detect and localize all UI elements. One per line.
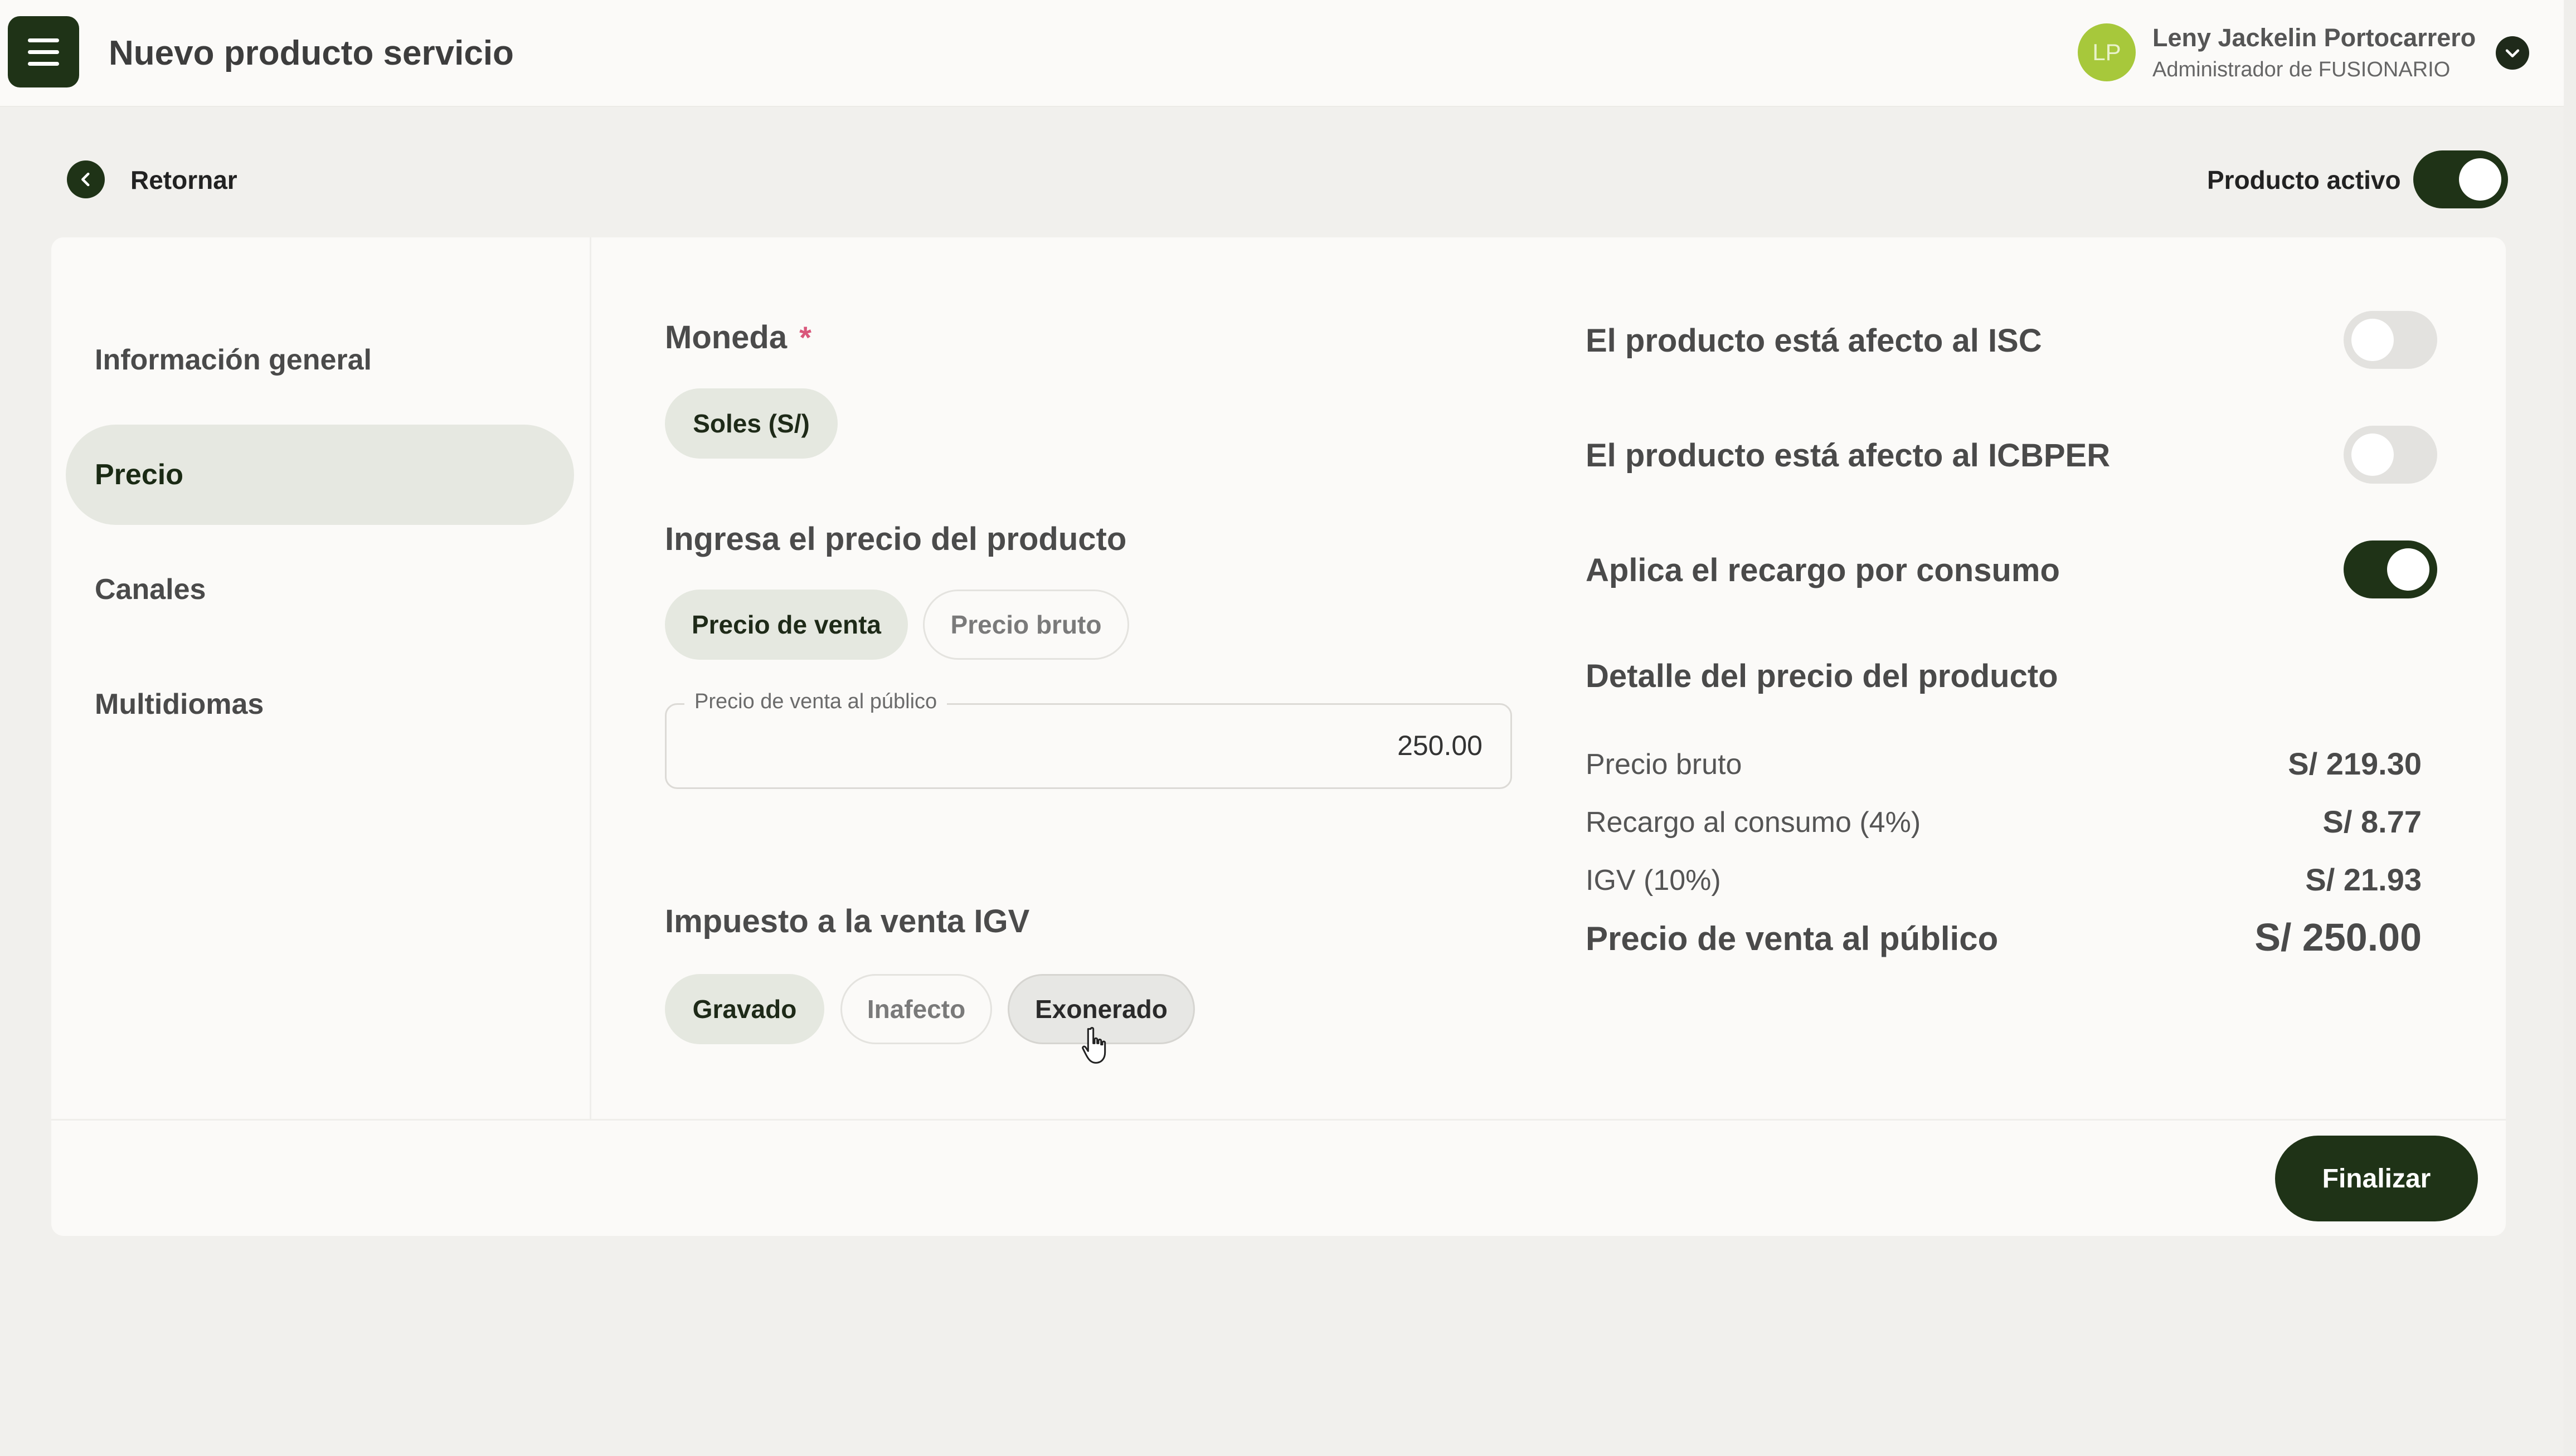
user-menu-button[interactable] <box>2496 36 2529 70</box>
detail-row-value: S/ 21.93 <box>2305 862 2422 897</box>
finish-button[interactable]: Finalizar <box>2275 1136 2478 1221</box>
isc-toggle-label: El producto está afecto al ISC <box>1586 323 2042 359</box>
menu-button[interactable] <box>8 16 79 87</box>
icbper-toggle-label: El producto está afecto al ICBPER <box>1586 437 2111 474</box>
hand-cursor-icon <box>1082 1027 1106 1064</box>
hamburger-icon <box>28 38 59 42</box>
price-mode-precio-de-venta[interactable]: Precio de venta <box>665 590 908 660</box>
toggle-knob <box>2351 434 2394 476</box>
detail-total-label: Precio de venta al público <box>1586 920 1999 957</box>
sidebar-item-informacion-general[interactable]: Información general <box>66 310 574 410</box>
currency-title-text: Moneda <box>665 319 788 356</box>
user-role: Administrador de FUSIONARIO <box>2152 58 2451 81</box>
top-header: Nuevo producto servicio LP Leny Jackelin… <box>0 0 2564 107</box>
hamburger-icon-line <box>28 50 59 54</box>
chevron-down-icon <box>2505 49 2520 57</box>
sale-price-value[interactable]: 250.00 <box>1397 729 1483 762</box>
igv-option-gravado[interactable]: Gravado <box>665 974 824 1044</box>
sidebar-item-canales[interactable]: Canales <box>66 539 574 640</box>
detail-total-value: S/ 250.00 <box>2254 916 2422 959</box>
igv-title: Impuesto a la venta IGV <box>665 903 1030 939</box>
chevron-left-icon <box>81 172 90 187</box>
detail-row-value: S/ 219.30 <box>2288 746 2422 781</box>
toggle-knob <box>2387 548 2429 591</box>
page-title: Nuevo producto servicio <box>109 34 514 72</box>
detail-row-label: Recargo al consumo (4%) <box>1586 806 1921 839</box>
toggle-knob <box>2351 319 2394 361</box>
sale-price-field[interactable]: 250.00 <box>665 703 1512 789</box>
hamburger-icon-line <box>28 61 59 66</box>
product-active-toggle[interactable] <box>2413 150 2508 208</box>
price-input-title: Ingresa el precio del producto <box>665 521 1127 557</box>
currency-title: Moneda * <box>665 319 811 356</box>
required-marker: * <box>799 320 811 355</box>
detail-row-value: S/ 8.77 <box>2322 804 2422 839</box>
price-mode-precio-bruto[interactable]: Precio bruto <box>923 590 1129 660</box>
icbper-toggle[interactable] <box>2344 426 2437 484</box>
avatar[interactable]: LP <box>2078 23 2136 81</box>
consumption-surcharge-toggle[interactable] <box>2344 540 2437 598</box>
detail-row-label: IGV (10%) <box>1586 864 1721 897</box>
isc-toggle[interactable] <box>2344 311 2437 369</box>
toggle-knob <box>2459 158 2501 201</box>
sidebar-item-precio[interactable]: Precio <box>66 425 574 525</box>
igv-option-inafecto[interactable]: Inafecto <box>840 974 992 1044</box>
back-link[interactable]: Retornar <box>130 165 237 195</box>
sale-price-field-label: Precio de venta al público <box>684 690 947 714</box>
price-detail-title: Detalle del precio del producto <box>1586 658 2058 694</box>
sidebar-divider <box>590 237 591 1120</box>
user-name: Leny Jackelin Portocarrero <box>2152 23 2476 52</box>
detail-row-label: Precio bruto <box>1586 748 1742 781</box>
footer-divider <box>51 1119 2506 1121</box>
consumption-surcharge-toggle-label: Aplica el recargo por consumo <box>1586 552 2060 588</box>
sidebar-item-multidiomas[interactable]: Multidiomas <box>66 654 574 754</box>
app-frame: Nuevo producto servicio LP Leny Jackelin… <box>0 0 2564 1456</box>
currency-chip-soles[interactable]: Soles (S/) <box>665 388 838 459</box>
product-active-label: Producto activo <box>2207 165 2401 194</box>
back-button[interactable] <box>67 160 105 198</box>
